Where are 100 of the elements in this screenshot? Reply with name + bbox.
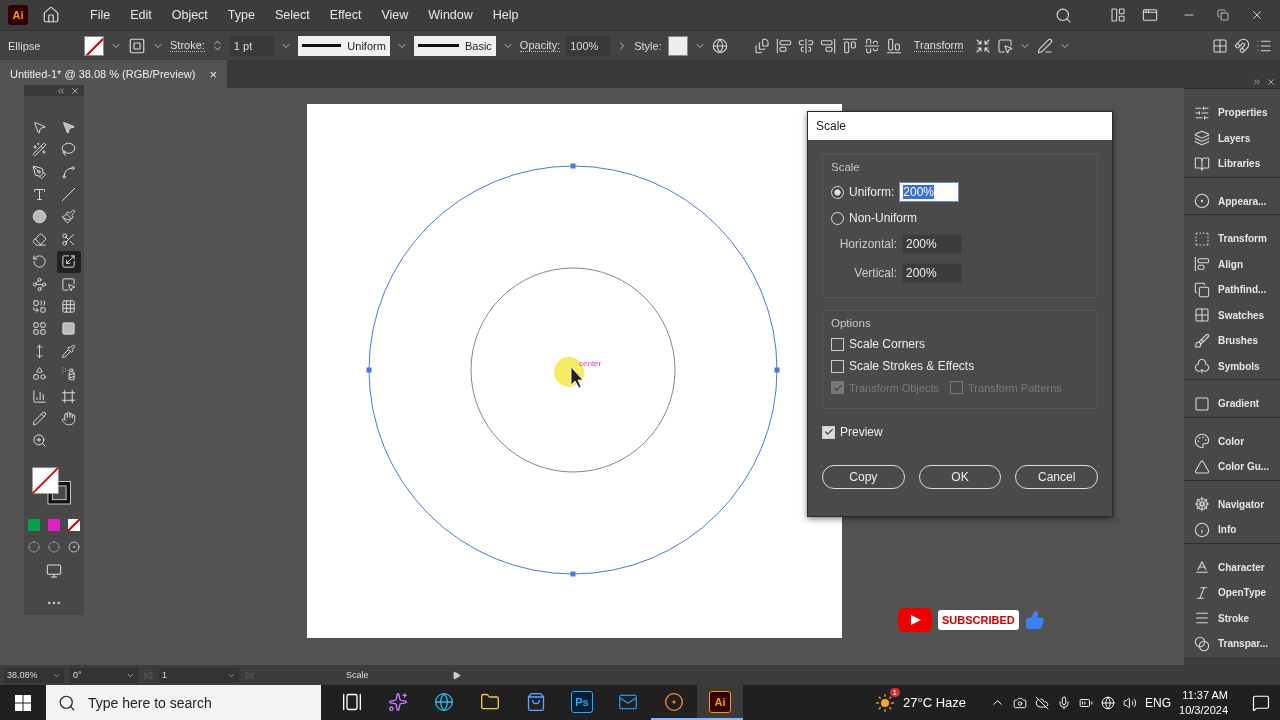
menu-item[interactable]: Help <box>484 8 527 22</box>
align-middle-icon <box>863 37 880 54</box>
align-icon <box>1194 256 1210 273</box>
checkbox[interactable] <box>831 337 844 351</box>
tool-button[interactable] <box>56 250 81 273</box>
brush-definition[interactable]: Basic <box>413 35 496 56</box>
checkbox[interactable] <box>822 425 835 439</box>
mesh-icon <box>32 321 47 337</box>
variable-width-profile[interactable]: Uniform <box>297 35 390 56</box>
blend-icon <box>32 366 47 382</box>
overlapping-squares-icon <box>1194 281 1210 298</box>
selection-type-label: Ellipse <box>8 39 42 52</box>
menu-item[interactable]: Object <box>163 8 216 22</box>
panel-tab[interactable]: OpenType <box>1184 580 1280 606</box>
opacity-field[interactable]: 100% <box>566 35 611 56</box>
menu-item[interactable]: Edit <box>122 8 160 22</box>
opacity-label[interactable]: Opacity: <box>519 39 561 52</box>
menu-item[interactable]: Type <box>219 8 263 22</box>
speaker-icon <box>1123 695 1138 710</box>
panel-tab[interactable]: Navigator <box>1184 491 1280 517</box>
smart-guide-label: center <box>579 359 602 368</box>
thumbs-up-icon <box>1024 610 1045 630</box>
app-logo-text: Ai <box>709 690 731 713</box>
panel-tab[interactable]: Pathfind... <box>1184 277 1280 303</box>
play-icon <box>898 608 932 632</box>
panel-tab[interactable]: Properties <box>1184 100 1280 126</box>
document-tab[interactable]: Untitled-1* @ 38.08 % (RGB/Preview) × <box>0 60 227 88</box>
gradient-icon <box>61 321 76 337</box>
menu-item[interactable]: Effect <box>321 8 370 22</box>
stroke-swatch-icon <box>128 36 146 55</box>
paintbrush-icon <box>61 209 76 225</box>
stroke-weight-field[interactable]: 1 pt <box>229 35 274 56</box>
group-title: Scale <box>831 161 861 173</box>
search-icon <box>58 693 76 712</box>
curvature-pen-icon <box>61 164 76 180</box>
transform-link[interactable]: Transform <box>913 39 964 52</box>
align-center-icon <box>797 37 814 54</box>
restore-icon <box>1217 9 1229 21</box>
panel-tab[interactable]: Brushes <box>1184 328 1280 354</box>
notifications-icon <box>1252 693 1270 712</box>
checkbox-label: Preview <box>840 425 883 439</box>
field-label: Horizontal: <box>838 237 897 251</box>
panel-tab[interactable]: Stroke <box>1184 605 1280 631</box>
panel-tab[interactable]: Transpar... <box>1184 631 1280 657</box>
taskbar-app[interactable]: Ps <box>559 685 605 720</box>
close-tab-button[interactable]: × <box>209 66 217 82</box>
checkbox[interactable] <box>831 359 844 373</box>
start-icon[interactable] <box>15 694 31 711</box>
field-label: Vertical: <box>853 266 897 280</box>
language-indicator[interactable]: ENG <box>1145 695 1172 710</box>
fill-swatch[interactable] <box>84 35 104 56</box>
panel-tab[interactable]: Symbols <box>1184 353 1280 379</box>
artboard-icon <box>61 388 76 404</box>
taskbar-search[interactable]: Type here to search <box>46 685 321 720</box>
microphone-icon <box>1057 695 1072 710</box>
network-icon <box>1101 695 1116 710</box>
artboard-field[interactable]: 1 <box>159 667 239 683</box>
character-icon <box>1194 559 1210 576</box>
panel-tab[interactable]: Color Gu... <box>1184 454 1280 480</box>
panel-tab[interactable]: Libraries <box>1184 151 1280 177</box>
warp-icon <box>32 276 47 292</box>
zoom-field[interactable]: 38.08% <box>4 667 64 683</box>
clock[interactable]: 11:37 AM 10/3/2024 <box>1179 688 1228 717</box>
taskbar-app[interactable]: Ai <box>697 685 743 720</box>
close-icon <box>1266 76 1276 87</box>
weather-text: 27°C Haze <box>903 695 967 710</box>
none-button[interactable] <box>68 519 80 531</box>
panel-tab[interactable]: Layers <box>1184 125 1280 151</box>
percent-field[interactable]: 200% <box>902 263 962 283</box>
browser-icon <box>434 691 454 712</box>
menu-item[interactable]: View <box>373 8 417 22</box>
panel-tab[interactable]: Align <box>1184 251 1280 277</box>
radio-button[interactable] <box>831 185 844 199</box>
percent-field[interactable]: 200% <box>902 234 962 254</box>
align-left-icon <box>775 37 792 54</box>
app-logo[interactable]: Ai <box>8 5 28 25</box>
free-transform-icon <box>61 276 76 292</box>
color-button[interactable] <box>28 519 40 531</box>
menu-item[interactable]: Window <box>420 8 481 22</box>
scissors-icon <box>61 231 76 247</box>
panel-tab[interactable]: Color <box>1184 428 1280 454</box>
panel-tab[interactable]: Character <box>1184 554 1280 580</box>
play-icon <box>452 670 461 680</box>
style-swatch[interactable] <box>667 35 688 56</box>
shaper-icon <box>32 231 47 247</box>
uniform-field[interactable]: 200% <box>899 182 960 202</box>
snap-icon <box>1234 37 1250 54</box>
workspace-icon <box>1110 7 1126 23</box>
panel-tab[interactable]: Swatches <box>1184 302 1280 328</box>
stroke-label[interactable]: Stroke: <box>170 39 205 52</box>
panel-tab[interactable]: Info <box>1184 517 1280 543</box>
swatches-icon <box>1194 307 1210 324</box>
subscribed-label: SUBSCRIBED <box>938 610 1019 630</box>
magic-wand-icon <box>32 142 47 158</box>
panel-tab[interactable]: Transform <box>1184 226 1280 252</box>
menu-item[interactable]: File <box>82 8 119 22</box>
symbol-sprayer-icon <box>61 366 76 382</box>
rotation-field[interactable]: 0° <box>70 667 138 683</box>
menu-item[interactable]: Select <box>266 8 318 22</box>
wheel-icon <box>1194 496 1210 513</box>
